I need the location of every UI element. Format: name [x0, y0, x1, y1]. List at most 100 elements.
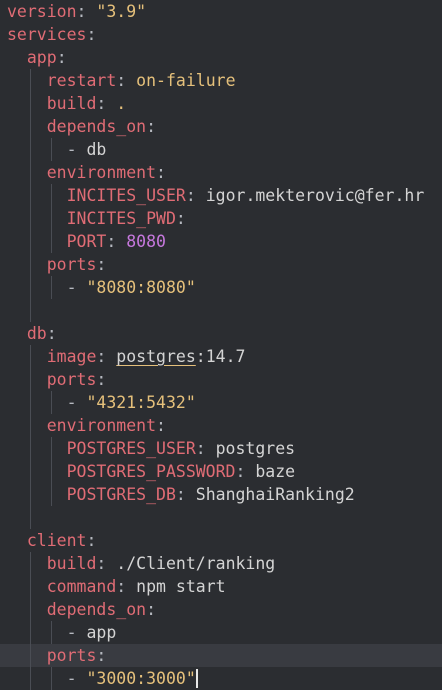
code-token: npm start: [136, 577, 226, 596]
code-line[interactable]: depends_on:: [0, 115, 442, 138]
code-line[interactable]: command: npm start: [0, 575, 442, 598]
code-text: POSTGRES_PASSWORD: baze: [7, 460, 296, 483]
code-token: :: [56, 48, 67, 67]
code-token: :: [96, 347, 117, 366]
code-text: INCITES_USER: igor.mekterovic@fer.hr: [7, 184, 425, 207]
code-line[interactable]: ports:: [0, 644, 442, 667]
code-line[interactable]: services:: [0, 23, 442, 46]
code-text: depends_on:: [7, 598, 156, 621]
code-token: -: [66, 140, 87, 159]
code-text: app:: [7, 46, 67, 69]
code-line[interactable]: db:: [0, 322, 442, 345]
code-token: ./Client/ranking: [116, 554, 276, 573]
code-token: postgres: [215, 439, 296, 458]
code-line[interactable]: environment:: [0, 414, 442, 437]
code-token: POSTGRES_PASSWORD: [66, 462, 236, 481]
code-text: POSTGRES_USER: postgres: [7, 437, 296, 460]
code-line[interactable]: ports:: [0, 368, 442, 391]
code-text: image: postgres:14.7: [7, 345, 246, 368]
code-token: app: [86, 623, 117, 642]
code-line[interactable]: environment:: [0, 161, 442, 184]
code-token: :: [96, 646, 107, 665]
code-token: "4321:5432": [86, 393, 196, 412]
code-line[interactable]: client:: [0, 529, 442, 552]
code-token: :: [96, 94, 117, 113]
code-token: image: [46, 347, 97, 366]
code-token: :: [96, 554, 117, 573]
code-token: :: [156, 163, 166, 182]
code-token: 8080: [126, 232, 166, 251]
code-token: environment: [46, 163, 157, 182]
code-text: - "3000:3000": [7, 667, 198, 690]
code-token: db: [26, 324, 47, 343]
code-editor[interactable]: version: "3.9" services: app: restart: on…: [0, 0, 442, 690]
code-token: :: [116, 577, 137, 596]
code-token: :: [76, 2, 97, 21]
code-token: :: [96, 255, 107, 274]
code-token: restart: [46, 71, 117, 90]
code-text: version: "3.9": [7, 0, 146, 23]
code-text: build: .: [7, 92, 126, 115]
code-token: -: [66, 278, 87, 297]
code-text: POSTGRES_DB: ShanghaiRanking2: [7, 483, 355, 506]
code-line[interactable]: - app: [0, 621, 442, 644]
code-line[interactable]: POSTGRES_USER: postgres: [0, 437, 442, 460]
code-token: :: [146, 117, 157, 136]
code-text: restart: on-failure: [7, 69, 236, 92]
code-line[interactable]: build: ./Client/ranking: [0, 552, 442, 575]
code-line[interactable]: POSTGRES_PASSWORD: baze: [0, 460, 442, 483]
code-token: baze: [255, 462, 296, 481]
code-token: :: [116, 71, 137, 90]
code-line[interactable]: - "4321:5432": [0, 391, 442, 414]
code-token: .: [116, 94, 127, 113]
code-line[interactable]: - "3000:3000": [0, 667, 442, 690]
code-token: "3000:3000": [86, 669, 196, 688]
code-line[interactable]: POSTGRES_DB: ShanghaiRanking2: [0, 483, 442, 506]
code-line[interactable]: build: .: [0, 92, 442, 115]
code-token: :: [195, 439, 216, 458]
code-line[interactable]: restart: on-failure: [0, 69, 442, 92]
code-line[interactable]: - db: [0, 138, 442, 161]
code-text: db:: [7, 322, 57, 345]
code-token: depends_on: [46, 117, 147, 136]
code-line[interactable]: INCITES_PWD:: [0, 207, 442, 230]
code-line[interactable]: app:: [0, 46, 442, 69]
code-token: client: [26, 531, 87, 550]
code-line[interactable]: PORT: 8080: [0, 230, 442, 253]
indent-guide: [30, 299, 31, 322]
code-token: postgres: [116, 347, 196, 366]
code-token: :: [106, 232, 127, 251]
code-line[interactable]: version: "3.9": [0, 0, 442, 23]
code-text: - "4321:5432": [7, 391, 196, 414]
code-token: :: [146, 600, 157, 619]
code-line[interactable]: INCITES_USER: igor.mekterovic@fer.hr: [0, 184, 442, 207]
code-token: environment: [46, 416, 157, 435]
code-text: - app: [7, 621, 117, 644]
code-line[interactable]: - "8080:8080": [0, 276, 442, 299]
code-token: INCITES_USER: [66, 186, 186, 205]
code-token: PORT: [66, 232, 107, 251]
code-token: -: [66, 669, 87, 688]
code-token: POSTGRES_DB: [66, 485, 176, 504]
code-token: on-failure: [136, 71, 236, 90]
code-token: ports: [46, 370, 97, 389]
code-token: -: [66, 393, 87, 412]
code-line[interactable]: depends_on:: [0, 598, 442, 621]
code-token: POSTGRES_USER: [66, 439, 196, 458]
code-text: - db: [7, 138, 107, 161]
code-token: igor.mekterovic@fer.hr: [205, 186, 425, 205]
code-line[interactable]: image: postgres:14.7: [0, 345, 442, 368]
code-line[interactable]: ports:: [0, 253, 442, 276]
code-text: - "8080:8080": [7, 276, 196, 299]
code-line[interactable]: [0, 299, 442, 322]
code-token: :: [156, 416, 166, 435]
code-token: "8080:8080": [86, 278, 196, 297]
code-line[interactable]: [0, 506, 442, 529]
code-token: command: [46, 577, 117, 596]
code-text: ports:: [7, 253, 107, 276]
code-token: -: [66, 623, 87, 642]
code-text: build: ./Client/ranking: [7, 552, 276, 575]
code-text: ports:: [7, 644, 107, 667]
code-token: :: [175, 209, 186, 228]
code-text: environment:: [7, 161, 166, 184]
